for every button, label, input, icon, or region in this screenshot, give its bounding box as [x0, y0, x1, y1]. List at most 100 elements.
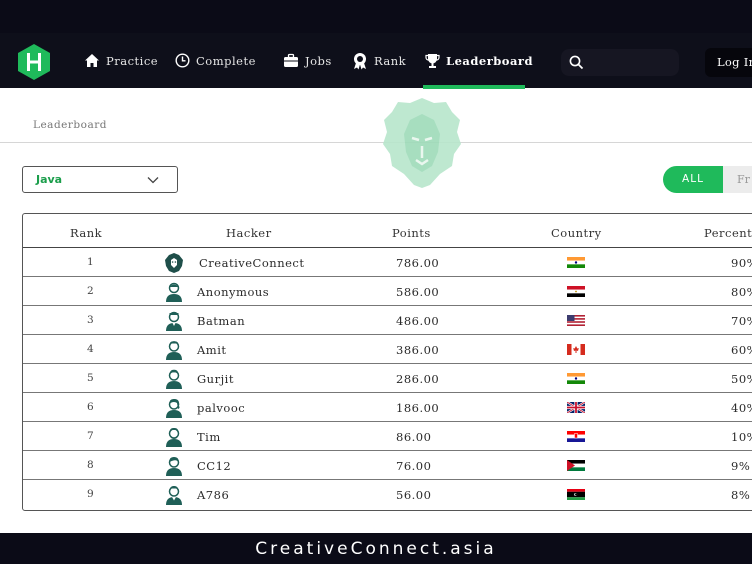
rank-cell: 8 [87, 459, 95, 471]
navbar: Practice Complete Jobs Rank Leaderboard … [0, 33, 752, 89]
points-cell: 586.00 [396, 285, 440, 299]
user-avatar-icon [166, 398, 182, 418]
nav-rank-label: Rank [374, 53, 407, 68]
nav-jobs-label: Jobs [305, 53, 332, 68]
lion-avatar-icon [165, 253, 183, 273]
footer-watermark: CreativeConnect.asia [0, 533, 752, 564]
rank-cell: 1 [87, 256, 95, 268]
hacker-name[interactable]: Anonymous [197, 285, 269, 299]
rank-cell: 6 [87, 401, 95, 413]
hacker-name[interactable]: Batman [197, 314, 245, 328]
filter-all-button[interactable]: ALL [663, 166, 723, 193]
rank-cell: 9 [87, 488, 95, 500]
croatia-flag-icon [567, 431, 585, 442]
header-hacker[interactable]: Hacker [226, 226, 272, 240]
canada-flag-icon [567, 344, 585, 355]
nav-complete[interactable]: Complete [175, 33, 256, 88]
rank-cell: 3 [87, 314, 95, 326]
table-row[interactable]: 2 Anonymous 586.00 80% [23, 277, 752, 306]
percent-cell: 70% [731, 314, 752, 328]
table-row[interactable]: 6 palvooc 186.00 40% [23, 393, 752, 422]
user-avatar-icon [166, 311, 182, 331]
percent-cell: 60% [731, 343, 752, 357]
rank-cell: 5 [87, 372, 95, 384]
home-icon [85, 54, 99, 67]
table-row[interactable]: 9 A786 56.00 8% [23, 480, 752, 509]
breadcrumb[interactable]: Leaderboard [33, 119, 107, 131]
points-cell: 786.00 [396, 256, 440, 270]
top-strip [0, 0, 752, 33]
header-percent[interactable]: Percent [704, 226, 752, 240]
rank-cell: 2 [87, 285, 95, 297]
points-cell: 186.00 [396, 401, 440, 415]
hacker-name[interactable]: CreativeConnect [199, 256, 304, 270]
points-cell: 386.00 [396, 343, 440, 357]
percent-cell: 9% [731, 459, 751, 473]
header-country[interactable]: Country [551, 226, 602, 240]
hacker-name[interactable]: palvooc [197, 401, 245, 415]
active-tab-indicator [423, 85, 525, 89]
briefcase-icon [284, 53, 298, 67]
points-cell: 286.00 [396, 372, 440, 386]
libya-flag-icon [567, 489, 585, 500]
points-cell: 486.00 [396, 314, 440, 328]
chevron-down-icon [147, 177, 159, 184]
login-button[interactable]: Log In [705, 48, 752, 77]
table-row[interactable]: 4 Amit 386.00 60% [23, 335, 752, 364]
points-cell: 56.00 [396, 488, 432, 502]
table-row[interactable]: 5 Gurjit 286.00 50% [23, 364, 752, 393]
usa-flag-icon [567, 315, 585, 326]
nav-jobs[interactable]: Jobs [283, 33, 332, 88]
table-header: Rank Hacker Points Country Percent [23, 214, 752, 248]
filter-friends-button[interactable]: Fr [723, 166, 752, 193]
table-row[interactable]: 7 Tim 86.00 10% [23, 422, 752, 451]
hacker-name[interactable]: A786 [197, 488, 229, 502]
egypt-flag-icon [567, 286, 585, 297]
rank-cell: 7 [87, 430, 95, 442]
hacker-name[interactable]: Amit [197, 343, 227, 357]
hacker-name[interactable]: Gurjit [197, 372, 234, 386]
user-avatar-icon [166, 485, 182, 505]
table-row[interactable]: 8 CC12 76.00 9% [23, 451, 752, 480]
language-dropdown[interactable]: Java [22, 166, 178, 193]
points-cell: 86.00 [396, 430, 432, 444]
jordan-flag-icon [567, 460, 585, 471]
trophy-icon [425, 53, 440, 68]
hacker-name[interactable]: Tim [197, 430, 221, 444]
header-points[interactable]: Points [392, 226, 431, 240]
rank-cell: 4 [87, 343, 95, 355]
percent-cell: 10% [731, 430, 752, 444]
search-input[interactable] [561, 49, 679, 76]
user-avatar-icon [166, 341, 182, 360]
hacker-name[interactable]: CC12 [197, 459, 231, 473]
leaderboard-table: Rank Hacker Points Country Percent 1 Cre… [22, 213, 752, 511]
user-avatar-icon [166, 369, 182, 389]
language-dropdown-value: Java [36, 173, 63, 186]
nav-rank[interactable]: Rank [352, 33, 406, 88]
header-rank[interactable]: Rank [70, 226, 102, 240]
medal-icon [354, 52, 366, 69]
india-flag-icon [567, 257, 585, 268]
points-cell: 76.00 [396, 459, 432, 473]
percent-cell: 80% [731, 285, 752, 299]
uk-flag-icon [567, 402, 585, 413]
breadcrumb-divider [0, 142, 752, 143]
table-row[interactable]: 3 Batman 486.00 70% [23, 306, 752, 335]
search-icon [569, 55, 584, 70]
nav-complete-label: Complete [196, 53, 256, 68]
india-flag-icon [567, 373, 585, 384]
nav-leaderboard-label: Leaderboard [446, 53, 534, 68]
percent-cell: 40% [731, 401, 752, 415]
user-avatar-icon [166, 427, 182, 447]
user-avatar-icon [166, 457, 182, 476]
percent-cell: 50% [731, 372, 752, 386]
lion-watermark-icon [383, 98, 461, 188]
percent-cell: 90% [731, 256, 752, 270]
user-avatar-icon [166, 282, 182, 302]
clock-icon [175, 53, 190, 68]
nav-leaderboard[interactable]: Leaderboard [425, 33, 533, 88]
table-row[interactable]: 1 CreativeConnect 786.00 90% [23, 248, 752, 277]
nav-practice[interactable]: Practice [84, 33, 158, 88]
hackerrank-logo-icon[interactable] [16, 43, 52, 81]
percent-cell: 8% [731, 488, 751, 502]
